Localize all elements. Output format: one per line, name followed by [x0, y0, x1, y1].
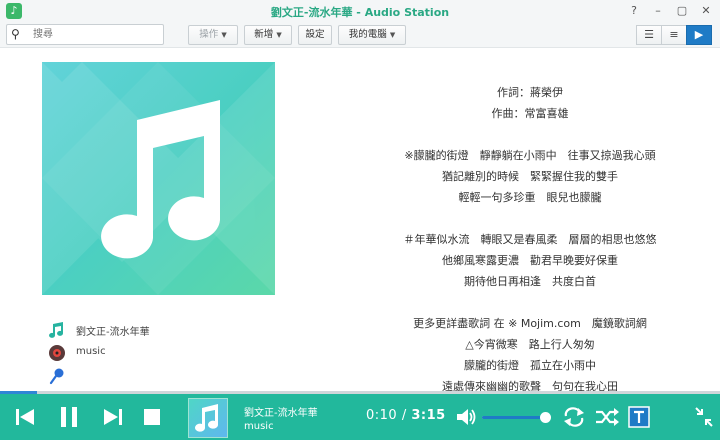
lyric-line: 更多更詳盡歌詞 在 ※ Mojim.com 魔鏡歌詞網	[413, 317, 647, 330]
add-label: 新增	[254, 29, 274, 40]
lyric-line: 期待他日再相逢 共度白首	[464, 275, 596, 288]
album-art-graphic	[42, 62, 275, 295]
list-view-button[interactable]: ☰	[636, 25, 662, 45]
microphone-icon	[49, 368, 64, 385]
chevron-down-icon: ▼	[389, 31, 396, 39]
settings-label: 設定	[305, 29, 325, 40]
lyric-line: 朦朧的街燈 孤立在小雨中	[464, 359, 596, 372]
lyric-line: 猶記離別的時候 緊緊握住我的雙手	[442, 170, 618, 183]
stop-button[interactable]	[137, 402, 167, 432]
compact-view-button[interactable]: ≡	[661, 25, 687, 45]
lyric-line: ※朦朧的街燈 靜靜躺在小雨中 往事又掠過我心頭	[404, 149, 656, 162]
play-screen-icon: ▶	[694, 28, 704, 41]
operations-label: 操作	[199, 29, 219, 40]
lyric-line	[360, 124, 700, 145]
my-computer-button[interactable]: 我的電腦 ▼	[338, 25, 406, 45]
lyrics-toggle-button[interactable]	[627, 405, 651, 429]
add-button[interactable]: 新增 ▼	[244, 25, 292, 45]
chevron-down-icon: ▼	[276, 31, 282, 39]
music-note-icon	[195, 404, 218, 432]
title-bar: ♪ 劉文正-流水年華 - Audio Station ? – ▢ ✕	[0, 0, 720, 22]
music-note-icon	[49, 322, 64, 338]
now-playing-thumbnail[interactable]	[188, 398, 228, 438]
previous-track-button[interactable]	[10, 402, 40, 432]
total-time: 3:15	[411, 408, 446, 423]
lyric-line	[360, 292, 700, 313]
lyrics-panel: 作詞：蔣榮伊 作曲：常富喜雄 ※朦朧的街燈 靜靜躺在小雨中 往事又掠過我心頭 猶記離別…	[360, 82, 700, 397]
maximize-icon[interactable]: ▢	[674, 3, 690, 19]
list-icon: ☰	[644, 28, 654, 41]
operations-button[interactable]: 操作 ▼	[188, 25, 238, 45]
next-track-button[interactable]	[98, 402, 128, 432]
lyric-line: ＃年華似水流 轉眼又是春風柔 層層的相思也悠悠	[403, 233, 657, 246]
now-playing-view-button[interactable]: ▶	[686, 25, 712, 45]
volume-slider-handle[interactable]	[539, 412, 551, 423]
help-icon[interactable]: ?	[626, 3, 642, 19]
compact-list-icon: ≡	[669, 28, 679, 41]
lyric-line: 作曲：常富喜雄	[491, 107, 569, 120]
time-display: 0:10 / 3:15	[366, 408, 446, 423]
search-box[interactable]: ⚲	[6, 24, 164, 45]
pause-button[interactable]	[54, 402, 84, 432]
toolbar: ⚲ 操作▼ 新增▼ 設定 我的電腦▼ ☰ ≡ ▶	[0, 22, 720, 48]
view-mode-group: ☰ ≡ ▶	[636, 25, 712, 45]
chevron-down-icon: ▼	[221, 31, 227, 39]
lyric-line: 他鄉風寒露更濃 勸君早晚要好保重	[442, 254, 618, 267]
lyric-line	[360, 208, 700, 229]
current-time: 0:10	[366, 408, 398, 423]
now-playing-title: 劉文正-流水年華	[244, 408, 318, 419]
collapse-player-icon[interactable]	[693, 405, 715, 429]
lyric-line: △今宵微寒 路上行人匆匆	[465, 338, 595, 351]
volume-icon[interactable]	[454, 405, 478, 429]
search-input[interactable]	[33, 27, 157, 42]
audio-station-window: ♪ 劉文正-流水年華 - Audio Station ? – ▢ ✕ ⚲ 操作▼…	[0, 0, 720, 440]
window-title: 劉文正-流水年華 - Audio Station	[270, 6, 450, 19]
window-controls: ? – ▢ ✕	[626, 3, 714, 19]
now-playing-artist: music	[244, 421, 274, 432]
repeat-button[interactable]	[561, 405, 587, 429]
settings-button[interactable]: 設定	[298, 25, 332, 45]
track-artist: music	[76, 346, 106, 357]
album-art	[42, 62, 275, 295]
volume-slider-fill	[482, 416, 545, 419]
disc-icon	[49, 345, 65, 361]
my-computer-label: 我的電腦	[348, 29, 387, 40]
search-icon: ⚲	[11, 27, 20, 41]
lyric-line: 作詞：蔣榮伊	[497, 86, 563, 99]
lyric-line: 輕輕一句多珍重 眼兒也朦朧	[458, 191, 602, 204]
time-separator: /	[397, 408, 412, 423]
shuffle-button[interactable]	[594, 405, 620, 429]
minimize-icon[interactable]: –	[650, 3, 666, 19]
close-icon[interactable]: ✕	[698, 3, 714, 19]
track-title: 劉文正-流水年華	[76, 327, 150, 338]
